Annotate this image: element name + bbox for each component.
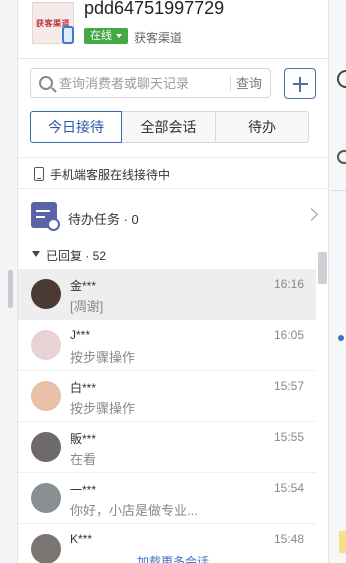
load-more-link[interactable]: 加载更多会话 bbox=[18, 553, 328, 563]
chevron-down-icon bbox=[116, 34, 122, 38]
search-input[interactable] bbox=[59, 73, 227, 93]
channel-label: 获客渠道 bbox=[134, 31, 183, 45]
conversation-time: 15:57 bbox=[273, 379, 304, 393]
conversation-tabs: 今日接待 全部会话 待办 bbox=[30, 111, 309, 143]
conversation-message: 在看 bbox=[70, 452, 97, 467]
caret-down-icon bbox=[32, 251, 40, 257]
conversation-name: 販*** bbox=[70, 432, 97, 446]
resize-handle[interactable] bbox=[8, 270, 13, 308]
mobile-phone-icon bbox=[62, 26, 74, 44]
conversation-name: 白*** bbox=[70, 381, 97, 395]
shop-header: 获客渠道 pdd64751997729 在线 获客渠道 bbox=[18, 0, 328, 58]
conversation-item[interactable]: 一*** 15:54 你好，小店是做专业... bbox=[18, 473, 316, 524]
shop-name: pdd64751997729 bbox=[84, 0, 225, 18]
conversation-name: J*** bbox=[70, 328, 91, 342]
conversation-panel: 查询 今日接待 全部会话 待办 手机端客服在线接待中 待办任务 · 0 已回复 … bbox=[18, 58, 328, 563]
avatar bbox=[31, 279, 61, 309]
conversation-item[interactable]: 白*** 15:57 按步骤操作 bbox=[18, 371, 316, 422]
conversation-message: [凋谢] bbox=[70, 299, 104, 314]
replied-group-label: 已回复 · 52 bbox=[46, 249, 107, 263]
conversation-scrollbar[interactable] bbox=[318, 252, 327, 284]
todo-tasks-row[interactable]: 待办任务 · 0 bbox=[18, 199, 328, 235]
conversation-name: 金*** bbox=[70, 279, 97, 293]
mobile-notice-text: 手机端客服在线接待中 bbox=[50, 168, 171, 182]
conversation-list: 金*** 16:16 [凋谢] J*** 16:05 按步骤操作 白*** 15… bbox=[18, 269, 328, 563]
left-nav-strip bbox=[0, 0, 18, 563]
todo-tasks-label: 待办任务 · 0 bbox=[68, 212, 139, 227]
avatar bbox=[31, 330, 61, 360]
divider bbox=[331, 190, 346, 191]
search-divider bbox=[230, 76, 231, 91]
avatar bbox=[31, 483, 61, 513]
conversation-time: 15:54 bbox=[273, 481, 304, 495]
search-button[interactable]: 查询 bbox=[236, 73, 262, 92]
conversation-time: 16:05 bbox=[273, 328, 304, 342]
search-icon bbox=[39, 76, 53, 90]
tab-todo[interactable]: 待办 bbox=[216, 111, 309, 143]
conversation-message: 按步骤操作 bbox=[70, 350, 136, 365]
conversation-time: 15:55 bbox=[273, 430, 304, 444]
conversation-name: K*** bbox=[70, 532, 93, 546]
conversation-item[interactable]: 金*** 16:16 [凋谢] bbox=[18, 269, 316, 320]
conversation-name: 一*** bbox=[70, 483, 97, 497]
avatar bbox=[31, 381, 61, 411]
mobile-notice: 手机端客服在线接待中 bbox=[18, 157, 328, 189]
avatar bbox=[337, 70, 346, 88]
conversation-item[interactable]: 販*** 15:55 在看 bbox=[18, 422, 316, 473]
chevron-right-icon bbox=[305, 208, 318, 221]
note-tab bbox=[339, 531, 346, 553]
mobile-icon bbox=[34, 167, 44, 181]
chat-panel-edge bbox=[328, 0, 346, 563]
add-button[interactable] bbox=[284, 68, 316, 99]
tab-today-reception[interactable]: 今日接待 bbox=[30, 111, 122, 143]
clock-icon bbox=[337, 150, 346, 164]
search-box: 查询 bbox=[30, 68, 271, 98]
online-status-dropdown[interactable]: 在线 bbox=[84, 28, 128, 44]
online-status-label: 在线 bbox=[90, 30, 112, 42]
tab-all-conversations[interactable]: 全部会话 bbox=[122, 111, 216, 143]
conversation-time: 15:48 bbox=[273, 532, 304, 546]
replied-group-header[interactable]: 已回复 · 52 bbox=[18, 242, 328, 266]
todo-list-icon bbox=[31, 202, 60, 231]
status-dot bbox=[338, 335, 344, 341]
conversation-time: 16:16 bbox=[273, 277, 304, 291]
conversation-item[interactable]: J*** 16:05 按步骤操作 bbox=[18, 320, 316, 371]
conversation-message: 你好，小店是做专业... bbox=[70, 503, 198, 518]
conversation-message: 按步骤操作 bbox=[70, 401, 136, 416]
avatar bbox=[31, 432, 61, 462]
